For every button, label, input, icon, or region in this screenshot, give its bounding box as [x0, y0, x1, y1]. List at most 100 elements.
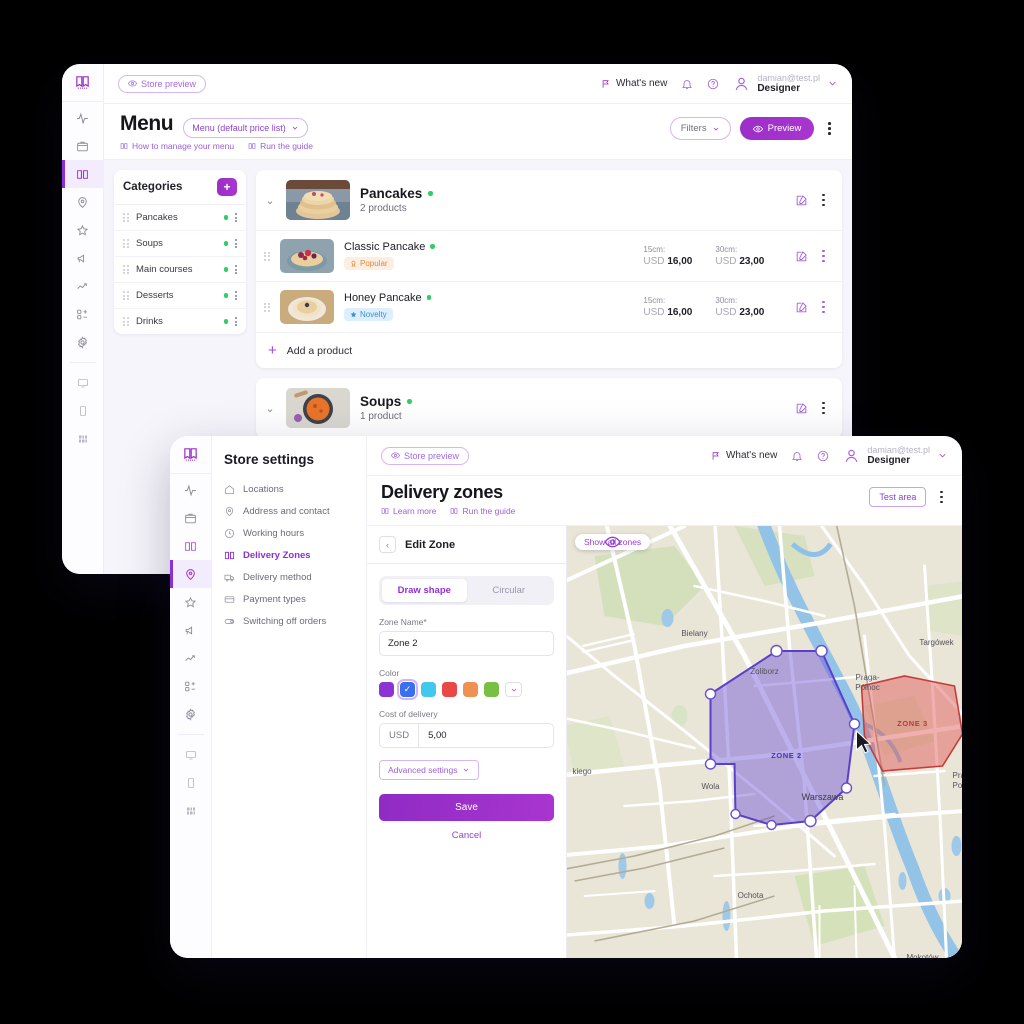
add-category-button[interactable]: +	[217, 178, 237, 196]
rail-item-menu[interactable]	[62, 160, 103, 188]
settings-nav-item-switching-off-orders[interactable]: Switching off orders	[224, 610, 354, 632]
show-all-zones-button[interactable]: Show all zones	[575, 534, 651, 550]
cost-of-delivery-field[interactable]: USD 5,00	[379, 723, 554, 748]
category-more-button[interactable]	[235, 290, 237, 301]
rail-item-tablet[interactable]	[62, 397, 103, 425]
edit-icon[interactable]	[795, 194, 808, 207]
category-row[interactable]: Drinks	[114, 309, 246, 334]
rail-item-users[interactable]	[62, 300, 103, 328]
rail-item-settings[interactable]	[62, 328, 103, 356]
cancel-button[interactable]: Cancel	[379, 821, 554, 850]
rail-item-favorites[interactable]	[170, 588, 211, 616]
filters-button[interactable]: Filters	[669, 117, 731, 140]
category-row[interactable]: Main courses	[114, 257, 246, 283]
category-more-button[interactable]	[235, 264, 237, 275]
rail-item-analytics[interactable]	[170, 644, 211, 672]
more-colors-button[interactable]	[505, 682, 522, 697]
rail-item-settings[interactable]	[170, 700, 211, 728]
color-swatch-orange[interactable]	[463, 682, 478, 697]
section-header[interactable]: ⌄	[256, 170, 842, 231]
color-swatch-cyan[interactable]	[421, 682, 436, 697]
bell-icon[interactable]	[681, 78, 693, 90]
help-link-run-guide[interactable]: Run the guide	[248, 141, 313, 151]
drag-handle-icon[interactable]	[123, 213, 129, 222]
back-button[interactable]: ‹	[379, 536, 396, 553]
color-swatch-purple[interactable]	[379, 682, 394, 697]
color-swatch-red[interactable]	[442, 682, 457, 697]
rail-item-analytics[interactable]	[62, 272, 103, 300]
account-menu[interactable]: damian@test.pl Designer	[733, 73, 838, 95]
preview-button[interactable]: Preview	[739, 117, 815, 140]
rail-item-menu[interactable]	[170, 532, 211, 560]
rail-item-marketing[interactable]	[62, 244, 103, 272]
rail-item-users[interactable]	[170, 672, 211, 700]
help-link-run-guide[interactable]: Run the guide	[450, 506, 515, 516]
rail-item-locations[interactable]	[170, 560, 211, 588]
edit-icon[interactable]	[795, 402, 808, 415]
rail-item-kiosk[interactable]	[170, 797, 211, 825]
drag-handle-icon[interactable]	[123, 239, 129, 248]
settings-nav-item-address[interactable]: Address and contact	[224, 500, 354, 522]
add-product-button[interactable]: + Add a product	[256, 333, 842, 368]
rail-item-favorites[interactable]	[62, 216, 103, 244]
drag-handle-icon[interactable]	[264, 302, 270, 312]
chevron-down-icon[interactable]: ⌄	[264, 402, 276, 415]
rail-item-tablet[interactable]	[170, 769, 211, 797]
category-more-button[interactable]	[235, 316, 237, 327]
chevron-down-icon[interactable]: ⌄	[264, 194, 276, 207]
delivery-zones-map[interactable]: Show all zones ZONE 3 ZONE 2 Bielany Żol…	[567, 526, 962, 958]
price-list-select[interactable]: Menu (default price list)	[183, 118, 308, 138]
bell-icon[interactable]	[791, 450, 803, 462]
rail-item-orders[interactable]	[170, 504, 211, 532]
settings-nav-item-locations[interactable]: Locations	[224, 478, 354, 500]
edit-icon[interactable]	[795, 250, 808, 263]
product-more-button[interactable]	[817, 247, 830, 266]
drag-handle-icon[interactable]	[123, 291, 129, 300]
product-row[interactable]: Classic Pancake Popular 15cm: USD 16,00 …	[256, 231, 842, 282]
rail-item-monitor[interactable]	[62, 369, 103, 397]
section-header[interactable]: ⌄	[256, 378, 842, 438]
settings-nav-item-delivery-zones[interactable]: Delivery Zones	[224, 544, 354, 566]
rail-item-kiosk[interactable]	[62, 425, 103, 453]
drag-handle-icon[interactable]	[123, 317, 129, 326]
category-row[interactable]: Pancakes	[114, 205, 246, 231]
category-row[interactable]: Desserts	[114, 283, 246, 309]
settings-nav-item-delivery-method[interactable]: Delivery method	[224, 566, 354, 588]
test-area-button[interactable]: Test area	[869, 487, 927, 507]
settings-nav-item-payment-types[interactable]: Payment types	[224, 588, 354, 610]
rail-item-marketing[interactable]	[170, 616, 211, 644]
section-more-button[interactable]	[817, 191, 830, 210]
whats-new-button[interactable]: What's new	[711, 450, 777, 461]
app-logo[interactable]	[170, 436, 212, 474]
drag-handle-icon[interactable]	[123, 265, 129, 274]
rail-item-activity[interactable]	[62, 104, 103, 132]
help-link-learn-more[interactable]: Learn more	[381, 506, 436, 516]
product-more-button[interactable]	[817, 298, 830, 317]
rail-item-monitor[interactable]	[170, 741, 211, 769]
zone-name-input[interactable]: Zone 2	[379, 631, 554, 656]
category-more-button[interactable]	[235, 212, 237, 223]
color-swatch-blue-selected[interactable]: ✓	[396, 678, 419, 701]
save-button[interactable]: Save	[379, 794, 554, 821]
settings-nav-item-working-hours[interactable]: Working hours	[224, 522, 354, 544]
store-preview-button[interactable]: Store preview	[118, 74, 207, 93]
store-preview-button[interactable]: Store preview	[381, 446, 470, 465]
product-row[interactable]: Honey Pancake Novelty 15cm: USD 16,00 30…	[256, 282, 842, 333]
help-link-manage-menu[interactable]: How to manage your menu	[120, 141, 234, 151]
account-menu[interactable]: damian@test.pl Designer	[843, 445, 948, 467]
section-more-button[interactable]	[817, 399, 830, 418]
more-options-button[interactable]	[823, 119, 836, 138]
edit-icon[interactable]	[795, 301, 808, 314]
app-logo[interactable]	[62, 64, 104, 102]
rail-item-activity[interactable]	[170, 476, 211, 504]
color-swatch-green[interactable]	[484, 682, 499, 697]
rail-item-orders[interactable]	[62, 132, 103, 160]
tab-circular[interactable]: Circular	[467, 579, 552, 602]
category-row[interactable]: Soups	[114, 231, 246, 257]
tab-draw-shape[interactable]: Draw shape	[382, 579, 467, 602]
advanced-settings-button[interactable]: Advanced settings	[379, 760, 480, 780]
rail-item-locations[interactable]	[62, 188, 103, 216]
help-icon[interactable]	[817, 450, 829, 462]
category-more-button[interactable]	[235, 238, 237, 249]
drag-handle-icon[interactable]	[264, 251, 270, 261]
